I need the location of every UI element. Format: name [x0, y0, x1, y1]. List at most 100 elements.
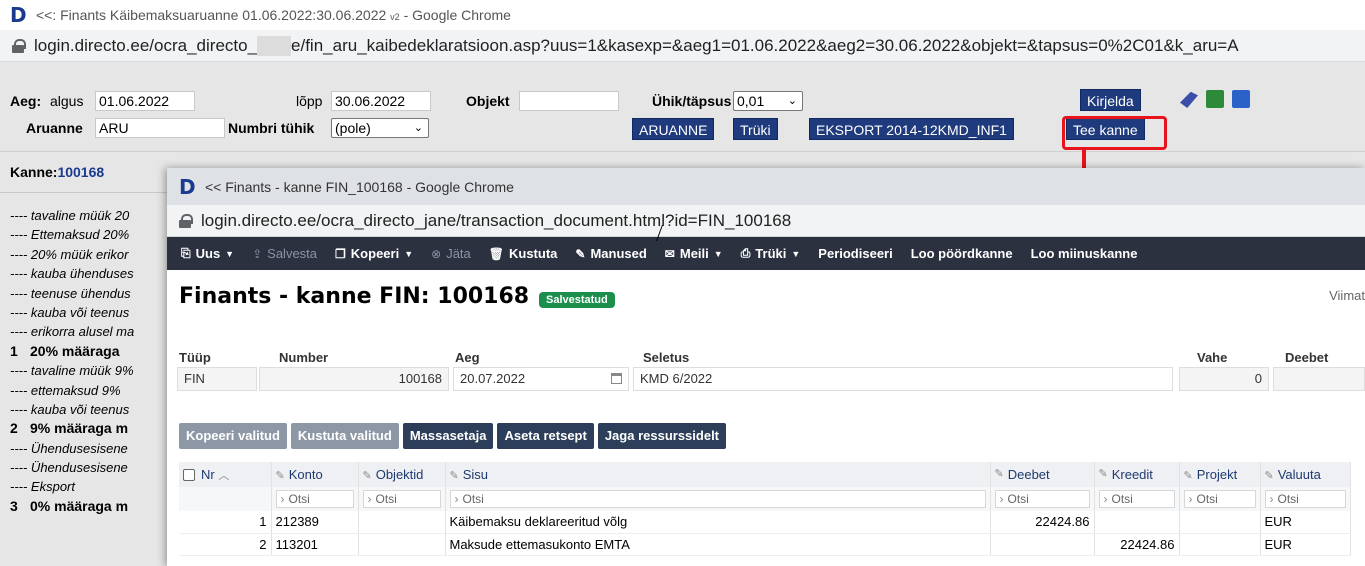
- col-header-deebet[interactable]: ✎ Deebet: [990, 462, 1095, 487]
- col-header-kreedit[interactable]: ✎ Kreedit: [1094, 462, 1180, 487]
- toolbar-manused-button[interactable]: ✎ Manused: [575, 246, 646, 261]
- save-disk-icon[interactable]: [1232, 90, 1250, 108]
- filter-kreedit[interactable]: › Otsi: [1094, 487, 1180, 511]
- document-title: Finants - kanne FIN: 100168: [179, 284, 530, 309]
- divider: [0, 192, 170, 193]
- toolbar-salvesta-button[interactable]: ⇪ Salvesta: [252, 246, 317, 261]
- kanne-link[interactable]: 100168: [57, 164, 104, 180]
- objekt-input[interactable]: [519, 91, 619, 111]
- truki-button[interactable]: Trüki: [733, 118, 778, 140]
- cell-objektid[interactable]: [358, 533, 446, 556]
- chevron-right-icon: ›: [454, 492, 459, 506]
- number-field[interactable]: 100168: [259, 367, 449, 391]
- cell-sisu[interactable]: Käibemaksu deklareeritud võlg: [445, 511, 991, 534]
- toolbar-loo-miinuskanne-button[interactable]: Loo miinuskanne: [1031, 246, 1138, 261]
- edit-column-icon: ✎: [1264, 470, 1274, 482]
- report-line-text: ---- Eksport: [10, 479, 75, 495]
- directo-logo-icon: D: [179, 174, 196, 199]
- uhik-select[interactable]: 0,01 ⌄: [733, 91, 803, 111]
- cell-kreedit[interactable]: [1094, 511, 1180, 534]
- highlight-box: [1062, 116, 1167, 150]
- chevron-right-icon: ›: [999, 492, 1004, 506]
- chevron-right-icon: ›: [1103, 492, 1108, 506]
- objekt-label: Objekt: [466, 93, 510, 109]
- filter-valuuta[interactable]: › Otsi: [1260, 487, 1351, 511]
- seletus-field[interactable]: KMD 6/2022: [633, 367, 1173, 391]
- jaga-ressurssidelt-button[interactable]: Jaga ressurssidelt: [597, 423, 727, 449]
- aseta-retsept-button[interactable]: Aseta retsept: [497, 423, 594, 449]
- report-line-text: 0% määraga m: [30, 497, 129, 514]
- deebet-total-label: Deebet: [1285, 350, 1329, 365]
- filter-deebet[interactable]: › Otsi: [990, 487, 1095, 511]
- toolbar-label: Kopeeri: [350, 246, 400, 261]
- col-header-valuuta[interactable]: ✎ Valuuta: [1260, 462, 1351, 487]
- massasetaja-button[interactable]: Massasetaja: [402, 423, 494, 449]
- toolbar-periodiseeri-button[interactable]: Periodiseeri: [818, 246, 892, 261]
- table-row[interactable]: 2 113201 Maksude ettemasukonto EMTA 22424.8…: [179, 533, 1351, 556]
- aruanne-input[interactable]: ARU: [95, 118, 225, 138]
- sort-asc-icon: ︿: [218, 469, 230, 482]
- lopp-input[interactable]: 30.06.2022: [331, 91, 431, 111]
- cell-konto[interactable]: 113201: [271, 533, 359, 556]
- toolbar-label: Uus: [195, 246, 221, 261]
- col-header-objektid[interactable]: ✎ Objektid: [358, 462, 446, 487]
- cell-deebet[interactable]: 22424.86: [990, 511, 1095, 534]
- kustuta-valitud-button[interactable]: Kustuta valitud: [290, 423, 399, 449]
- cell-konto[interactable]: 212389: [271, 511, 359, 534]
- bg-address-bar[interactable]: login.directo.ee/ocra_directo_ e/fin_aru_…: [0, 30, 1365, 62]
- cell-valuuta[interactable]: EUR: [1260, 533, 1351, 556]
- tyyp-field[interactable]: FIN: [177, 367, 257, 391]
- filter-konto[interactable]: › Otsi: [271, 487, 359, 511]
- cell-valuuta[interactable]: EUR: [1260, 511, 1351, 534]
- cell-kreedit[interactable]: 22424.86: [1094, 533, 1180, 556]
- cell-deebet[interactable]: [990, 533, 1095, 556]
- caret-down-icon[interactable]: ▼: [791, 249, 800, 259]
- col-header-nr[interactable]: Nr ︿: [179, 462, 272, 487]
- eksport-button[interactable]: EKSPORT 2014-12KMD_INF1: [809, 118, 1014, 140]
- toolbar-j-ta-button[interactable]: ⊗ Jäta: [431, 246, 471, 261]
- mail-icon: ✉: [664, 246, 675, 261]
- toolbar-loo-p-rdkanne-button[interactable]: Loo pöördkanne: [911, 246, 1013, 261]
- filter-row: › Otsi › Otsi › Otsi › Otsi › Otsi › Otsi › Ots…: [179, 487, 1351, 511]
- bg-url-part2: e/fin_aru_kaibedeklaratsioon.asp?uus=1&k…: [291, 35, 1239, 55]
- report-line: ---- Eksport: [10, 477, 170, 496]
- settings-tool-icon[interactable]: [1180, 91, 1198, 108]
- toolbar-kustuta-button[interactable]: 🗑 Kustuta: [489, 246, 558, 261]
- toolbar-meili-button[interactable]: ✉ Meili ▼: [665, 246, 723, 261]
- col-header-projekt[interactable]: ✎ Projekt: [1179, 462, 1261, 487]
- report-line: ---- tavaline müük 20: [10, 206, 170, 225]
- filter-objektid[interactable]: › Otsi: [358, 487, 446, 511]
- algus-input[interactable]: 01.06.2022: [95, 91, 195, 111]
- filter-projekt[interactable]: › Otsi: [1179, 487, 1261, 511]
- report-line-text: 20% määraga: [30, 342, 120, 359]
- caret-down-icon[interactable]: ▼: [225, 249, 234, 259]
- table-row[interactable]: 1 212389 Käibemaksu deklareeritud võlg 2242…: [179, 511, 1351, 534]
- edit-column-icon: ✎: [275, 470, 285, 482]
- toolbar-tr-ki-button[interactable]: ⎙ Trüki ▼: [741, 246, 801, 261]
- select-all-checkbox[interactable]: [183, 469, 195, 482]
- cell-objektid[interactable]: [358, 511, 446, 534]
- cell-sisu[interactable]: Maksude ettemasukonto EMTA: [445, 533, 991, 556]
- excel-export-icon[interactable]: [1206, 90, 1224, 108]
- toolbar-kopeeri-button[interactable]: ❐ Kopeeri ▼: [335, 246, 413, 261]
- lock-icon: [179, 213, 193, 228]
- popup-address-bar[interactable]: login.directo.ee/ocra_directo_jane/trans…: [167, 205, 1365, 241]
- numbri-tuhik-select[interactable]: (pole) ⌄: [331, 118, 429, 138]
- report-line-text: ---- erikorra alusel ma: [10, 324, 135, 340]
- cell-projekt[interactable]: [1179, 511, 1261, 534]
- report-line-text: ---- teenuse ühendus: [10, 285, 131, 301]
- kopeeri-valitud-button[interactable]: Kopeeri valitud: [179, 423, 287, 449]
- toolbar-uus-button[interactable]: ⎘ Uus ▼: [181, 246, 234, 261]
- cell-projekt[interactable]: [1179, 533, 1261, 556]
- caret-down-icon[interactable]: ▼: [404, 249, 413, 259]
- aeg-field[interactable]: 20.07.2022: [453, 367, 629, 391]
- col-header-konto[interactable]: ✎ Konto: [271, 462, 359, 487]
- col-header-sisu[interactable]: ✎ Sisu: [445, 462, 991, 487]
- popup-title: << Finants - kanne FIN_100168 - Google C…: [205, 178, 514, 195]
- calendar-icon[interactable]: [611, 373, 622, 384]
- filter-sisu[interactable]: › Otsi: [445, 487, 991, 511]
- caret-down-icon[interactable]: ▼: [714, 249, 723, 259]
- report-lines: ---- tavaline müük 20 ---- Ettemaksud 20%…: [10, 206, 170, 516]
- kirjelda-button[interactable]: Kirjelda: [1080, 89, 1141, 111]
- aruanne-button[interactable]: ARUANNE: [632, 118, 715, 140]
